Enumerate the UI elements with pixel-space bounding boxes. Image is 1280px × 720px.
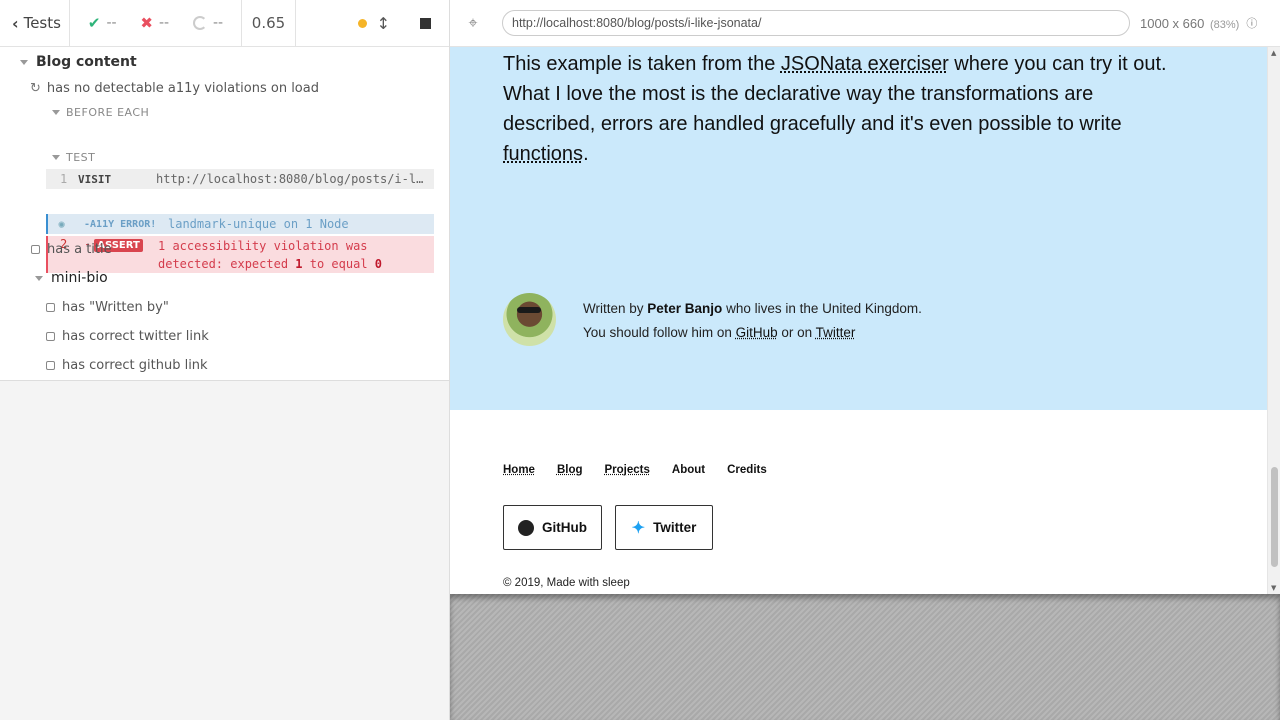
blog-paragraph: This example is taken from the JSONata e… <box>503 53 1167 165</box>
caret-down-icon <box>35 275 43 281</box>
hook-label: TEST <box>66 150 96 164</box>
reporter-panel: ‹ Tests ✔ -- ✖ -- -- 0.65 ↕ Blog content… <box>0 0 450 720</box>
command-name: VISIT <box>78 172 112 186</box>
pending-stat: -- <box>192 15 224 31</box>
cypress-runner: ‹ Tests ✔ -- ✖ -- -- 0.65 ↕ Blog content… <box>0 0 1280 720</box>
suite-blog-content[interactable]: Blog content <box>20 52 137 72</box>
autoscroll-icon[interactable]: ↕ <box>377 14 390 33</box>
avatar <box>503 293 556 346</box>
command-message: 1 accessibility violation was detected: … <box>158 239 382 271</box>
passed-count: -- <box>106 15 117 31</box>
info-icon[interactable]: ⓘ <box>1246 15 1257 31</box>
viewport-info[interactable]: 1000 x 660 (83%) <box>1140 16 1239 31</box>
runnables-list: Blog content ↻ has no detectable a11y vi… <box>0 47 449 381</box>
checkbox-icon <box>46 302 55 312</box>
footer-nav: Home Blog Projects About Credits <box>503 464 789 476</box>
test-title: has correct github link <box>62 357 208 373</box>
nav-about[interactable]: About <box>672 464 705 476</box>
functions-link[interactable]: functions <box>503 143 583 165</box>
viewport-size: 1000 x 660 <box>1140 15 1205 31</box>
passed-stat: ✔ -- <box>88 14 117 32</box>
suite-title: Blog content <box>36 54 137 70</box>
spinner-icon: ✺ <box>58 217 66 231</box>
pending-count: -- <box>212 15 224 31</box>
aut-header: ⌖ http://localhost:8080/blog/posts/i-lik… <box>450 0 1280 47</box>
copyright: © 2019, Made with sleep <box>503 577 630 589</box>
command-a11y-error[interactable]: ✺ -A11Y ERROR! landmark-unique on 1 Node <box>46 214 434 234</box>
viewport-scale: (83%) <box>1209 18 1240 31</box>
tests-label: Tests <box>23 14 61 32</box>
tests-button[interactable]: ‹ Tests <box>0 0 70 46</box>
test-a11y[interactable]: ↻ has no detectable a11y violations on l… <box>30 78 319 98</box>
caret-down-icon <box>52 154 60 160</box>
running-indicator-icon <box>357 18 367 28</box>
test-hook[interactable]: TEST <box>52 149 95 165</box>
app-under-test: This example is taken from the JSONata e… <box>450 47 1280 594</box>
checkbox-icon <box>46 331 55 341</box>
test-github-link[interactable]: has correct github link <box>46 355 208 375</box>
test-title: has "Written by" <box>62 299 169 315</box>
nav-home[interactable]: Home <box>503 464 535 476</box>
check-icon: ✔ <box>87 14 101 32</box>
command-message: http://localhost:8080/blog/posts/i-l… <box>156 172 424 186</box>
duration: 0.65 <box>242 0 296 46</box>
command-visit[interactable]: 1 VISIT http://localhost:8080/blog/posts… <box>46 169 434 189</box>
author-text: Written by Peter Banjo who lives in the … <box>583 301 922 340</box>
nav-projects[interactable]: Projects <box>605 464 650 476</box>
command-name: -A11Y ERROR! <box>84 218 157 230</box>
suite-title: mini-bio <box>51 270 108 286</box>
twitter-icon: ✦ <box>631 519 646 537</box>
test-twitter-link[interactable]: has correct twitter link <box>46 326 209 346</box>
author-github-link[interactable]: GitHub <box>736 325 778 340</box>
stats-bar: ✔ -- ✖ -- -- <box>70 0 242 46</box>
x-icon: ✖ <box>140 14 153 32</box>
scroll-down-icon[interactable]: ▼ <box>1271 584 1276 592</box>
spinner-icon <box>192 16 207 30</box>
refresh-icon: ↻ <box>30 80 41 96</box>
checkbox-icon <box>31 244 40 254</box>
author-name: Peter Banjo <box>647 301 723 316</box>
scroll-up-icon[interactable]: ▲ <box>1271 49 1276 57</box>
test-title: has correct twitter link <box>62 328 209 344</box>
selector-playground-icon[interactable]: ⌖ <box>450 13 496 33</box>
caret-down-icon <box>20 59 28 65</box>
command-message: landmark-unique on 1 Node <box>168 217 349 231</box>
checkbox-icon <box>46 360 55 370</box>
before-each-hook[interactable]: BEFORE EACH <box>52 104 149 120</box>
scrollbar[interactable]: ▲ ▼ <box>1267 47 1280 594</box>
twitter-button[interactable]: ✦ Twitter <box>615 505 713 550</box>
nav-blog[interactable]: Blog <box>557 464 583 476</box>
test-title: has a title <box>47 241 112 257</box>
author-twitter-link[interactable]: Twitter <box>816 325 856 340</box>
hook-label: BEFORE EACH <box>66 105 150 119</box>
github-icon <box>518 519 534 536</box>
failed-stat: ✖ -- <box>140 14 169 32</box>
scroll-thumb[interactable] <box>1271 467 1278 567</box>
command-number: 1 <box>60 172 68 186</box>
test-written-by[interactable]: has "Written by" <box>46 297 169 317</box>
failed-count: -- <box>159 15 170 31</box>
test-title: has no detectable a11y violations on loa… <box>46 80 319 96</box>
blog-post-body: This example is taken from the JSONata e… <box>450 47 1267 410</box>
caret-down-icon <box>52 109 60 115</box>
reporter-controls: ↕ <box>296 0 449 46</box>
suite-mini-bio[interactable]: mini-bio <box>35 268 108 288</box>
mini-bio: Written by Peter Banjo who lives in the … <box>503 293 922 346</box>
aut-background <box>450 594 1280 720</box>
stop-icon[interactable] <box>420 17 431 29</box>
chevron-left-icon: ‹ <box>12 13 19 33</box>
jsonata-exerciser-link[interactable]: JSONata exerciser <box>781 53 949 75</box>
reporter-header: ‹ Tests ✔ -- ✖ -- -- 0.65 ↕ <box>0 0 449 47</box>
test-has-title[interactable]: has a title <box>31 239 112 259</box>
nav-credits[interactable]: Credits <box>727 464 767 476</box>
github-button[interactable]: GitHub <box>503 505 602 550</box>
url-bar[interactable]: http://localhost:8080/blog/posts/i-like-… <box>502 10 1130 36</box>
